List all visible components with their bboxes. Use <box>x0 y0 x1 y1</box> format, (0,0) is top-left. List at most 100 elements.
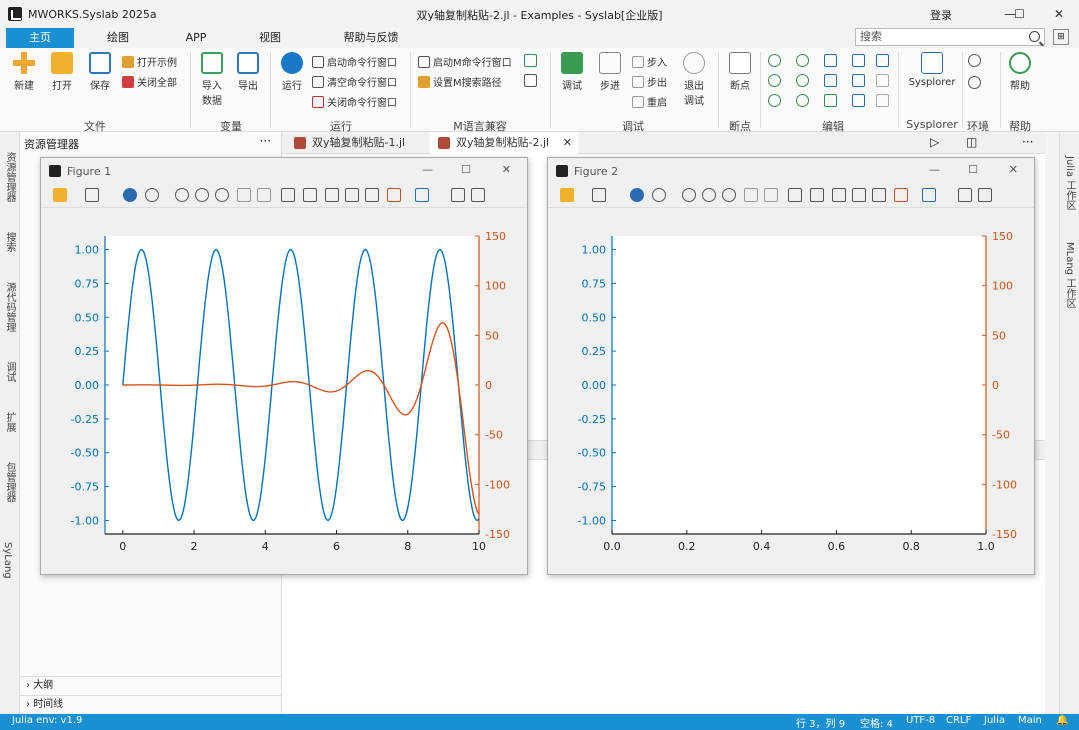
chart-1[interactable]: -1.00 -0.75 -0.50 -0.25 0.00 0.25 0.50 0.75 1.00… <box>41 208 527 574</box>
zoom-in-icon[interactable] <box>175 188 189 202</box>
close-all-button[interactable]: 关闭全部 <box>122 74 177 89</box>
split-editor-icon[interactable]: ◫ <box>966 135 977 149</box>
property-icon[interactable] <box>894 188 908 202</box>
tab-app[interactable]: APP <box>162 28 230 48</box>
panel-package-manager[interactable]: 包管理器 <box>2 462 17 502</box>
login-link[interactable]: 登录 <box>930 7 952 23</box>
doc-icon[interactable] <box>876 54 889 67</box>
open-example-button[interactable]: 打开示例 <box>122 54 177 69</box>
checkbox-icon[interactable] <box>876 74 889 87</box>
open-figure-icon[interactable] <box>53 188 67 202</box>
panel-toggle-icon[interactable] <box>471 188 485 202</box>
chart-2[interactable]: -1.00-0.75-0.50-0.250.000.250.500.751.00… <box>548 208 1034 574</box>
pan-icon[interactable] <box>630 188 644 202</box>
edit-tool-icon[interactable] <box>768 94 781 107</box>
new-button[interactable]: 新建 <box>10 52 38 92</box>
julia-env-status[interactable]: Julia env: v1.9 <box>12 715 82 726</box>
restart-button[interactable]: 重启 <box>632 94 667 109</box>
m-doc-icon[interactable] <box>524 74 537 87</box>
step-button[interactable]: 步进 <box>596 52 624 92</box>
minimize-figure-button[interactable]: — <box>929 163 940 176</box>
zoom-fit-icon[interactable] <box>215 188 229 202</box>
close-figure-button[interactable]: ✕ <box>1009 163 1018 176</box>
panel-search[interactable]: 搜索 <box>2 232 17 252</box>
panel-sylang[interactable]: SyLang <box>2 542 13 579</box>
pin-ribbon-button[interactable]: ⊞ <box>1053 29 1069 45</box>
maximize-figure-button[interactable]: ☐ <box>461 163 471 176</box>
search-icon[interactable] <box>1029 31 1040 42</box>
plot-area[interactable]: -1.00 -0.75 -0.50 -0.25 0.00 0.25 0.50 0.75 1.00… <box>41 208 527 574</box>
editor-tab-1[interactable]: 双y轴复制粘贴-1.jl <box>286 132 426 154</box>
pan-icon[interactable] <box>123 188 137 202</box>
line-tool-icon[interactable] <box>415 188 429 202</box>
checkbox-icon[interactable] <box>876 94 889 107</box>
bookmark-icon[interactable] <box>852 54 865 67</box>
git-branch[interactable]: Main <box>1018 715 1042 726</box>
edit-tool-icon[interactable] <box>796 54 809 67</box>
pointer-icon[interactable] <box>958 188 972 202</box>
run-button[interactable]: 运行 <box>278 52 306 92</box>
minimize-figure-button[interactable]: — <box>422 163 433 176</box>
zoom-out-icon[interactable] <box>702 188 716 202</box>
step-out-button[interactable]: 步出 <box>632 74 667 89</box>
legend-icon[interactable] <box>852 188 866 202</box>
rotate-icon[interactable] <box>281 188 295 202</box>
panel-extensions[interactable]: 扩展 <box>2 412 17 432</box>
tab-plot[interactable]: 绘图 <box>84 28 152 48</box>
panel-debug[interactable]: 调试 <box>2 362 17 382</box>
bookmark-icon[interactable] <box>852 74 865 87</box>
rotate-icon[interactable] <box>788 188 802 202</box>
indent-spaces[interactable]: 空格: 4 <box>860 715 893 730</box>
legend-icon[interactable] <box>345 188 359 202</box>
redo-icon[interactable] <box>764 188 778 202</box>
gear-icon[interactable] <box>968 54 981 67</box>
bell-icon[interactable]: 🔔 <box>1056 715 1068 726</box>
tab-view[interactable]: 视图 <box>236 28 304 48</box>
edit-tool-icon[interactable] <box>796 74 809 87</box>
m-editor-icon[interactable] <box>524 54 537 67</box>
property-icon[interactable] <box>387 188 401 202</box>
line-ending[interactable]: CRLF <box>946 715 971 726</box>
close-tab-icon[interactable]: ✕ <box>563 132 572 154</box>
run-file-icon[interactable]: ▷ <box>930 135 939 149</box>
language-mode[interactable]: Julia <box>984 715 1005 726</box>
open-figure-icon[interactable] <box>560 188 574 202</box>
edit-tool-icon[interactable] <box>796 94 809 107</box>
tab-help-feedback[interactable]: 帮助与反馈 <box>326 28 416 48</box>
undo-icon[interactable] <box>237 188 251 202</box>
plot-area[interactable]: -1.00 -0.75 -0.50 -0.25 0.00 0.25 0.50 0.75 1.00… <box>548 208 1034 574</box>
line-tool-icon[interactable] <box>922 188 936 202</box>
help-button[interactable]: 帮助 <box>1006 52 1034 92</box>
colormap-icon[interactable] <box>872 188 886 202</box>
sysplorer-button[interactable]: Sysplorer <box>904 52 960 88</box>
edit-tool-icon[interactable] <box>768 74 781 87</box>
clear-cmd-button[interactable]: 清空命令行窗口 <box>312 74 397 89</box>
cursor-position[interactable]: 行 3，列 9 <box>796 715 845 730</box>
editor-tab-2[interactable]: 双y轴复制粘贴-2.jl ✕ <box>430 132 578 154</box>
grid-icon[interactable] <box>325 188 339 202</box>
save-figure-icon[interactable] <box>592 188 606 202</box>
start-cmd-button[interactable]: 启动命令行窗口 <box>312 54 397 69</box>
format-icon[interactable] <box>824 94 837 107</box>
close-figure-button[interactable]: ✕ <box>502 163 511 176</box>
colorbar-icon[interactable] <box>810 188 824 202</box>
colorbar-icon[interactable] <box>303 188 317 202</box>
close-cmd-button[interactable]: 关闭命令行窗口 <box>312 94 397 109</box>
start-m-cmd-button[interactable]: 启动M命令行窗口 <box>418 54 512 69</box>
search-input[interactable]: 搜索 <box>855 28 1045 46</box>
zoom-in-icon[interactable] <box>682 188 696 202</box>
save-figure-icon[interactable] <box>85 188 99 202</box>
export-button[interactable]: 导出 <box>234 52 262 92</box>
set-m-path-button[interactable]: 设置M搜索路径 <box>418 74 502 89</box>
close-window-button[interactable]: ✕ <box>1039 0 1079 28</box>
undo-icon[interactable] <box>744 188 758 202</box>
figure-window-1[interactable]: Figure 1 — ☐ ✕ -1.00 -0.75 -0.50 -0.25 0.00 0… <box>40 157 528 575</box>
step-in-button[interactable]: 步入 <box>632 54 667 69</box>
more-actions-icon[interactable]: ··· <box>1022 135 1033 149</box>
panel-julia-workspace[interactable]: Julia 工作区 <box>1062 156 1077 210</box>
exit-debug-button[interactable]: 退出调试 <box>680 52 708 107</box>
grid-icon[interactable] <box>832 188 846 202</box>
edit-tool-icon[interactable] <box>768 54 781 67</box>
panel-mlang-workspace[interactable]: MLang 工作区 <box>1062 242 1077 308</box>
globe-icon[interactable] <box>968 76 981 89</box>
